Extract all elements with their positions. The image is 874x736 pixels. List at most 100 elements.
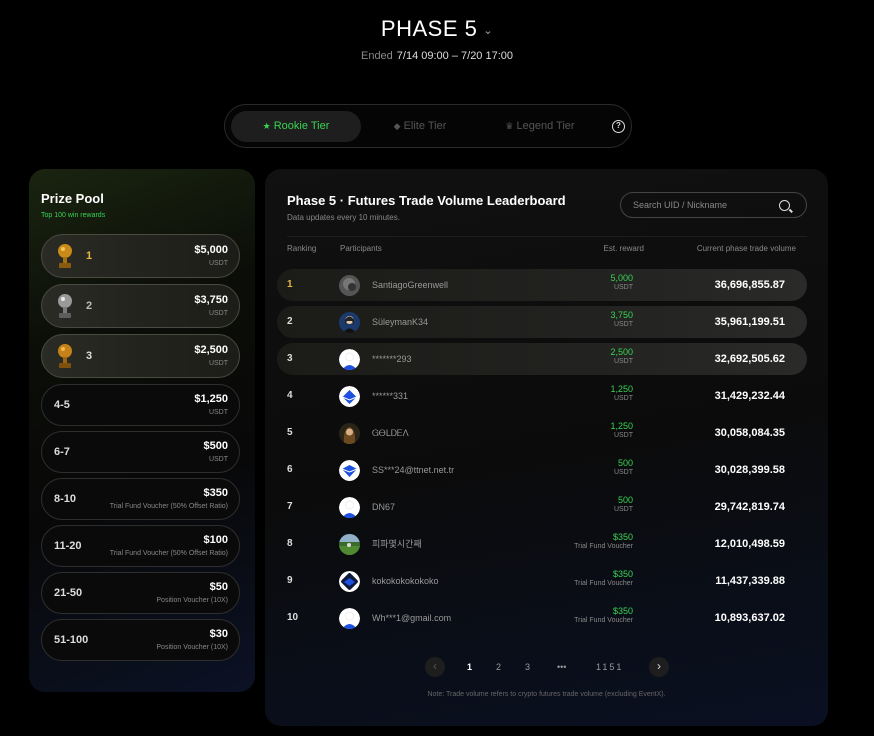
page-ellipsis[interactable]: •••	[557, 657, 566, 677]
photo-avatar	[339, 534, 360, 555]
prize-pool-subtitle: Top 100 win rewards	[41, 212, 106, 219]
footnote: Note: Trade volume refers to crypto futu…	[427, 691, 666, 698]
page-button[interactable]: 2	[496, 657, 501, 677]
prize-row: 11-20 $100 Trial Fund Voucher (50% Offse…	[41, 525, 240, 567]
prize-rank: 1	[86, 250, 93, 262]
row-rank: 2	[287, 316, 293, 327]
participant-name: SüleymanK34	[372, 317, 429, 327]
column-header-est-reward: Est. reward	[603, 244, 644, 253]
row-rank: 1	[287, 279, 293, 290]
gem-icon: ◆	[393, 121, 401, 131]
prize-amount: $50	[209, 581, 228, 593]
prize-amount: $5,000	[194, 244, 228, 256]
prize-row: 51-100 $30 Position Voucher (10X)	[41, 619, 240, 661]
trade-volume: 12,010,498.59	[714, 538, 785, 550]
chevron-left-icon[interactable]: ‹	[425, 657, 445, 677]
photo-avatar	[339, 312, 360, 333]
prize-unit: USDT	[208, 409, 228, 416]
chevron-right-icon[interactable]: ›	[649, 657, 669, 677]
prize-amount: $2,500	[194, 344, 228, 356]
prize-amount: $100	[203, 534, 228, 546]
prize-row: 6-7 $500 USDT	[41, 431, 240, 473]
table-row: 10 Wh***1@gmail.com $350 Trial Fund Vouc…	[277, 602, 807, 634]
phase-title[interactable]: PHASE 5 ⌄	[0, 16, 874, 42]
leaderboard-title: Phase 5 · Futures Trade Volume Leaderboa…	[287, 193, 566, 208]
table-row: 1 SantiagoGreenwell 5,000 USDT 36,696,85…	[277, 269, 807, 301]
prize-rank: 2	[86, 300, 93, 312]
logo-avatar	[339, 386, 360, 407]
prize-unit: Position Voucher (10X)	[156, 644, 228, 651]
pagination: ‹ 1 2 3 ••• 1151 ›	[265, 657, 828, 677]
row-rank: 8	[287, 538, 293, 549]
table-row: 7 DN67 500 USDT 29,742,819.74	[277, 491, 807, 523]
est-reward: $350	[612, 606, 633, 616]
leaderboard-panel: Phase 5 · Futures Trade Volume Leaderboa…	[265, 169, 828, 726]
column-header-ranking: Ranking	[287, 244, 317, 253]
search-input[interactable]	[633, 197, 773, 213]
est-reward: 1,250	[610, 421, 633, 431]
row-rank: 9	[287, 575, 293, 586]
prize-rank: 11-20	[54, 540, 82, 552]
est-reward: 500	[617, 458, 633, 468]
est-reward-unit: USDT	[613, 506, 633, 513]
prize-unit: Trial Fund Voucher (50% Offset Ratio)	[109, 550, 228, 557]
prize-amount: $500	[203, 440, 228, 452]
row-rank: 3	[287, 353, 293, 364]
prize-amount: $1,250	[194, 393, 228, 405]
prize-rank: 4-5	[54, 399, 70, 411]
est-reward-unit: USDT	[613, 321, 633, 328]
row-rank: 7	[287, 501, 293, 512]
prize-row: 2 $3,750 USDT	[41, 284, 240, 328]
table-row: 3 *******293 2,500 USDT 32,692,505.62	[277, 343, 807, 375]
chevron-down-icon[interactable]: ⌄	[483, 25, 493, 37]
page-button[interactable]: 3	[525, 657, 530, 677]
search-icon[interactable]	[779, 200, 790, 211]
participant-name: SS***24@ttnet.net.tr	[372, 465, 455, 475]
est-reward-unit: USDT	[613, 432, 633, 439]
gold-trophy-icon	[58, 244, 72, 268]
trade-volume: 10,893,637.02	[714, 612, 785, 624]
prize-rank: 21-50	[54, 587, 83, 599]
trade-volume: 36,696,855.87	[714, 279, 785, 291]
help-icon[interactable]: ?	[612, 120, 625, 133]
tab-rookie-tier[interactable]: ★ Rookie Tier	[231, 111, 361, 142]
ended-label: Ended	[360, 50, 393, 62]
column-header-volume: Current phase trade volume	[696, 244, 796, 253]
divider	[287, 236, 807, 237]
participant-name: Wh***1@gmail.com	[372, 613, 452, 623]
default-avatar	[339, 608, 360, 629]
column-header-participants: Participants	[340, 244, 382, 253]
page-button[interactable]: 1151	[596, 657, 623, 677]
tab-legend-tier[interactable]: ♛ Legend Tier	[475, 111, 605, 142]
photo-avatar	[339, 275, 360, 296]
logo-avatar	[339, 460, 360, 481]
participant-name: SantiagoGreenwell	[372, 280, 449, 290]
prize-amount: $350	[203, 487, 228, 499]
silver-trophy-icon	[58, 294, 72, 318]
table-row: 5 ᏀᎾLᎠᎬΛ 1,250 USDT 30,058,084.35	[277, 417, 807, 449]
trade-volume: 35,961,199.51	[714, 316, 785, 328]
participant-name: ******331	[372, 391, 409, 401]
bronze-trophy-icon	[58, 344, 72, 368]
tab-elite-tier[interactable]: ◆ Elite Tier	[355, 111, 485, 142]
table-row: 4 ******331 1,250 USDT 31,429,232.44	[277, 380, 807, 412]
prize-amount: $3,750	[194, 294, 228, 306]
trade-volume: 11,437,339.88	[715, 575, 785, 587]
phase-dates: Ended 7/14 09:00 – 7/20 17:00	[0, 50, 874, 62]
prize-unit: Position Voucher (10X)	[156, 597, 228, 604]
photo-avatar	[339, 423, 360, 444]
prize-unit: Trial Fund Voucher (50% Offset Ratio)	[109, 503, 228, 510]
trade-volume: 30,058,084.35	[714, 427, 785, 439]
row-rank: 5	[287, 427, 293, 438]
prize-amount: $30	[209, 628, 228, 640]
page-button[interactable]: 1	[467, 657, 472, 677]
est-reward: 1,250	[610, 384, 633, 394]
participant-name: *******293	[372, 354, 412, 364]
search-box[interactable]	[620, 192, 807, 218]
tier-tabs: ★ Rookie Tier ◆ Elite Tier ♛ Legend Tier ?	[224, 104, 632, 148]
table-row: 6 SS***24@ttnet.net.tr 500 USDT 30,028,3…	[277, 454, 807, 486]
prize-unit: USDT	[208, 260, 228, 267]
est-reward: 5,000	[610, 273, 633, 283]
trade-volume: 29,742,819.74	[714, 501, 785, 513]
table-row: 2 SüleymanK34 3,750 USDT 35,961,199.51	[277, 306, 807, 338]
